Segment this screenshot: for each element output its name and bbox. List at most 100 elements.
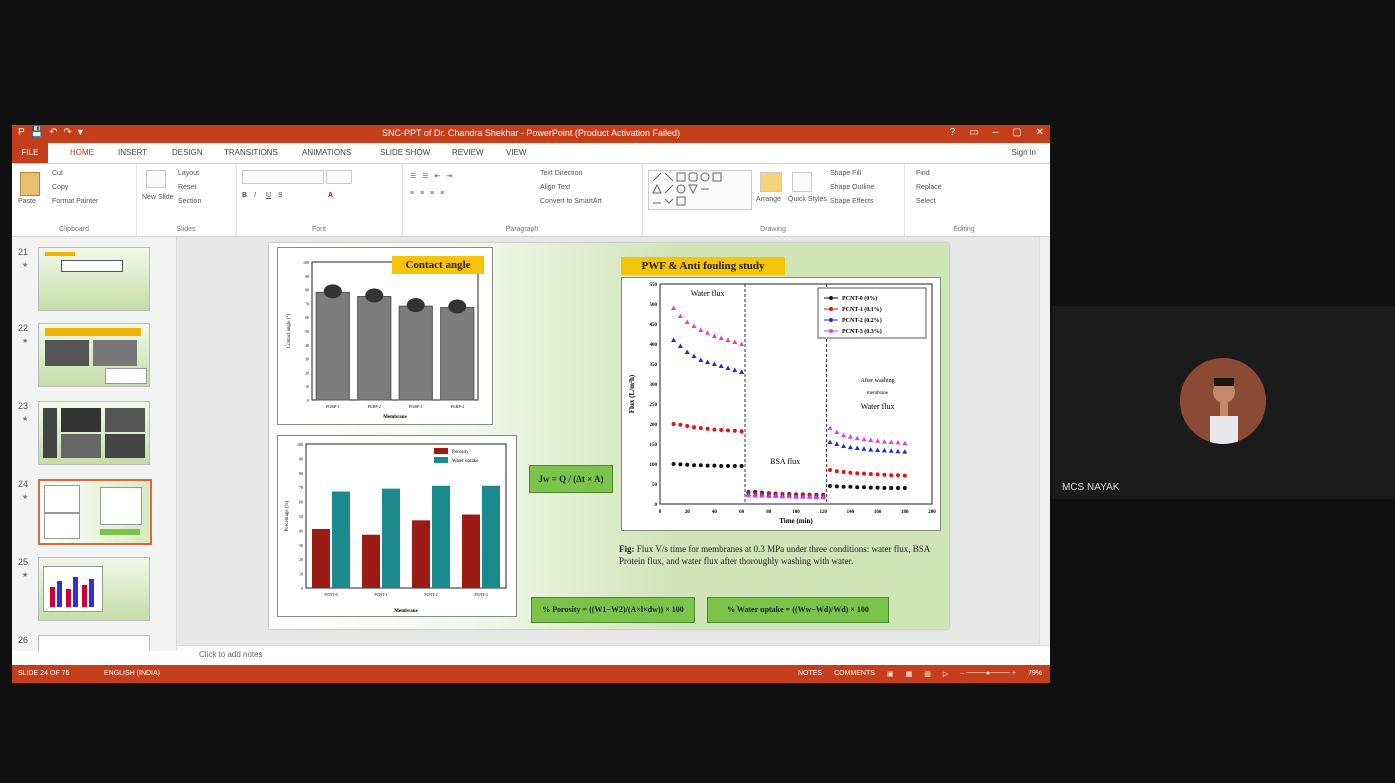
shapes-gallery[interactable] — [648, 170, 752, 210]
star-icon: ★ — [22, 494, 29, 501]
data-point — [868, 447, 874, 452]
notes-button[interactable]: NOTES — [798, 670, 822, 678]
cut-button[interactable]: Cut — [52, 170, 63, 177]
zoom-slider[interactable]: – ────●──── + — [960, 670, 1016, 678]
y-tick-label: 150 — [650, 443, 658, 448]
layout-button[interactable]: Layout — [178, 170, 199, 177]
tab-animations[interactable]: ANIMATIONS — [302, 148, 351, 157]
arrange-button[interactable]: Arrange — [756, 196, 781, 203]
italic-button[interactable]: I — [254, 192, 256, 199]
new-slide-icon[interactable] — [146, 170, 166, 188]
shape-fill-button[interactable]: Shape Fill — [830, 170, 861, 177]
reset-button[interactable]: Reset — [178, 184, 196, 191]
data-point — [705, 359, 711, 364]
notes-pane[interactable]: Click to add notes — [177, 645, 1050, 666]
reading-view-icon[interactable]: ▥ — [924, 670, 931, 678]
annotation-after-washing: membrane — [867, 391, 889, 396]
participant-tile: MCS NAYAK — [1052, 306, 1395, 499]
text-direction-button[interactable]: Text Direction — [540, 170, 582, 177]
copy-button[interactable]: Copy — [52, 184, 68, 191]
shape-outline-button[interactable]: Shape Outline — [830, 184, 874, 191]
tab-file[interactable]: FILE — [12, 143, 48, 163]
language-indicator[interactable]: ENGLISH (INDIA) — [104, 670, 160, 677]
tab-review[interactable]: REVIEW — [452, 148, 484, 157]
minimize-button[interactable]: – — [993, 127, 999, 138]
thumb-shape — [43, 566, 103, 612]
data-point — [847, 434, 853, 439]
font-color-button[interactable]: A — [328, 192, 333, 199]
help-icon[interactable]: ? — [950, 127, 956, 138]
legend-label: PCNT-3 (0.3%) — [842, 328, 882, 335]
data-point — [705, 463, 710, 468]
paste-icon[interactable] — [20, 172, 40, 196]
data-point — [691, 323, 697, 328]
y-tick-label: 20 — [299, 557, 303, 562]
tab-insert[interactable]: INSERT — [118, 148, 147, 157]
data-point — [698, 426, 703, 430]
water-uptake-bar — [432, 485, 450, 588]
y-axis-label: Contact angle (°) — [287, 314, 292, 349]
sign-in-link[interactable]: Sign in — [1012, 148, 1036, 157]
find-button[interactable]: Find — [916, 170, 930, 177]
zoom-level[interactable]: 79% — [1028, 670, 1042, 678]
slide-thumbnail-22[interactable] — [38, 323, 150, 387]
shape-effects-button[interactable]: Shape Effects — [830, 198, 873, 205]
data-point — [725, 365, 731, 370]
align-text-button[interactable]: Align Text — [540, 184, 570, 191]
close-button[interactable]: ✕ — [1036, 127, 1044, 138]
maximize-button[interactable]: ▢ — [1012, 127, 1021, 138]
x-tick-label: 80 — [766, 510, 772, 515]
slide-thumbnail-23[interactable] — [38, 401, 150, 465]
font-size-dropdown[interactable] — [326, 170, 352, 184]
slide-canvas[interactable]: Contact angle 0 10 20 30 40 50 60 70 80 90 100 Cont… — [269, 243, 949, 629]
replace-button[interactable]: Replace — [916, 184, 942, 191]
data-point — [834, 484, 839, 489]
shadow-button[interactable]: S — [278, 192, 283, 199]
arrange-icon[interactable] — [760, 172, 782, 192]
y-tick-label: 40 — [305, 343, 309, 348]
normal-view-icon[interactable]: ▣ — [887, 670, 894, 678]
data-point — [834, 441, 840, 446]
y-tick-label: 20 — [305, 370, 309, 375]
y-tick-label: 0 — [301, 586, 303, 591]
format-painter-button[interactable]: Format Painter — [52, 198, 98, 205]
quick-styles-icon[interactable] — [792, 172, 812, 192]
tab-design[interactable]: DESIGN — [172, 148, 203, 157]
slide-thumbnail-26[interactable] — [38, 635, 150, 651]
comments-button[interactable]: COMMENTS — [834, 670, 875, 678]
porosity-svg: 0 10 20 30 40 50 60 70 80 90 100 Percentage (%) Memb… — [285, 442, 507, 614]
ribbon-display-icon[interactable]: ▭ — [969, 127, 978, 138]
quick-styles-button[interactable]: Quick Styles — [788, 196, 827, 203]
slide-thumbnail-21[interactable] — [38, 247, 150, 311]
y-tick-label: 30 — [305, 357, 309, 362]
slide-thumbnail-25[interactable] — [38, 557, 150, 621]
legend-label: PCNT-2 (0.2%) — [842, 317, 882, 324]
thumb-shape — [93, 340, 137, 366]
convert-smartart-button[interactable]: Convert to SmartArt — [540, 198, 602, 205]
tab-slide-show[interactable]: SLIDE SHOW — [380, 148, 430, 157]
slideshow-icon[interactable]: ▷ — [943, 670, 948, 678]
bold-button[interactable]: B — [242, 192, 247, 199]
paste-button[interactable]: Paste — [18, 198, 36, 205]
tab-transitions[interactable]: TRANSITIONS — [224, 148, 278, 157]
data-point — [875, 485, 880, 490]
x-tick-label: PGRP-2 — [368, 404, 381, 409]
list-buttons[interactable]: ☰ ☰ ⇤ ⇥ — [410, 172, 454, 180]
x-axis-label: Membrane — [394, 609, 418, 614]
slide-sorter-icon[interactable]: ▦ — [906, 670, 913, 678]
section-button[interactable]: Section — [178, 198, 201, 205]
vertical-scrollbar[interactable] — [1039, 237, 1050, 645]
thumb-number: 22 — [18, 323, 29, 333]
data-point — [671, 337, 677, 342]
data-point — [834, 429, 840, 434]
data-point — [882, 472, 887, 477]
tab-view[interactable]: VIEW — [506, 148, 526, 157]
select-button[interactable]: Select — [916, 198, 935, 205]
slide-thumbnail-24-selected[interactable] — [38, 479, 152, 545]
align-buttons[interactable]: ≡ ≡ ≡ ≡ — [410, 190, 446, 197]
new-slide-button[interactable]: New Slide — [142, 194, 174, 201]
font-name-dropdown[interactable] — [242, 170, 324, 184]
tab-home[interactable]: HOME — [70, 148, 94, 157]
y-tick-label: 60 — [299, 500, 303, 505]
underline-button[interactable]: U — [266, 192, 271, 199]
